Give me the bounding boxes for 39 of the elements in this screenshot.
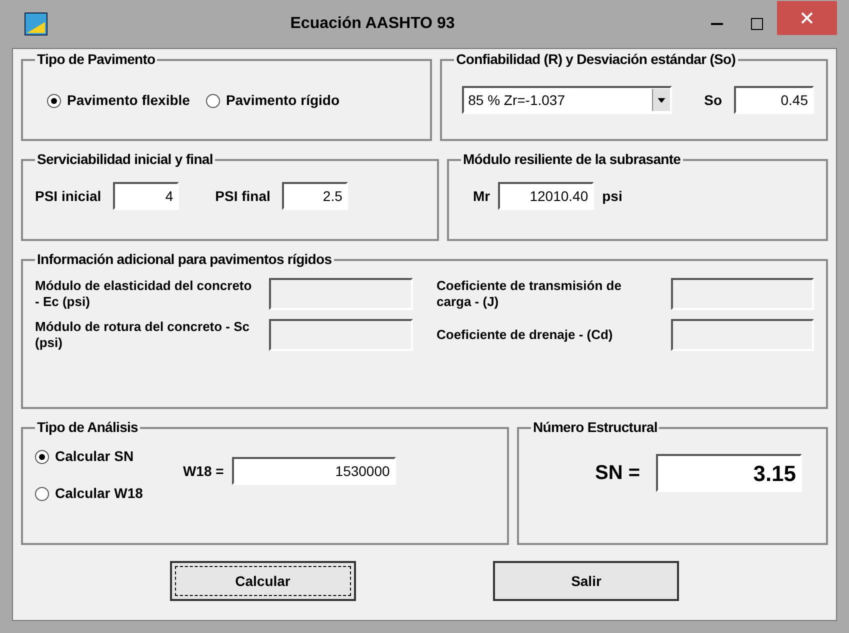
- group-title: Número Estructural: [532, 418, 658, 437]
- radio-option[interactable]: Pavimento flexible: [47, 90, 190, 111]
- close-icon[interactable]: [801, 12, 813, 24]
- input-field[interactable]: 1530000: [232, 457, 396, 485]
- field-label: Módulo de rotura del concreto - Sc (psi): [35, 318, 251, 351]
- group-title: Información adicional para pavimentos rígidos: [36, 250, 333, 269]
- radio-button[interactable]: [35, 486, 49, 500]
- field-label: PSI inicial: [35, 186, 102, 206]
- radio-button[interactable]: [47, 94, 61, 108]
- field-label: Coeficiente de drenaje - (Cd): [436, 326, 614, 343]
- field-label: So: [704, 90, 722, 110]
- group-title: Módulo resiliente de la subrasante: [462, 150, 682, 169]
- input-field[interactable]: 3.15: [656, 454, 802, 492]
- radio-button[interactable]: [35, 450, 49, 464]
- group-title: Confiabilidad (R) y Desviación estándar (So): [455, 50, 737, 69]
- radio-option[interactable]: Calcular SN: [35, 446, 143, 467]
- dropdown[interactable]: 85 % Zr=-1.037: [462, 86, 672, 114]
- action-button[interactable]: Salir: [493, 561, 680, 601]
- field-label: Coeficiente de transmisión de carga - (J): [436, 278, 622, 310]
- field-label: Módulo de elasticidad del concreto - Ec (psi): [35, 278, 253, 310]
- radio-button[interactable]: [206, 94, 220, 108]
- window-title: Ecuación AASHTO 93: [289, 14, 456, 34]
- group-title: Tipo de Análisis: [36, 418, 139, 437]
- field-label: W18 =: [182, 462, 224, 480]
- field-label: Mr: [473, 186, 490, 206]
- group-title: Tipo de Pavimento: [36, 50, 156, 69]
- input-field[interactable]: 12010.40: [498, 182, 594, 210]
- action-button[interactable]: Calcular: [170, 561, 356, 601]
- radio-option[interactable]: Pavimento rígido: [206, 90, 340, 111]
- input-field[interactable]: 0.45: [734, 86, 814, 114]
- field-label: SN =: [595, 461, 640, 486]
- field-label: PSI final: [215, 186, 270, 206]
- radio-option[interactable]: Calcular W18: [35, 483, 143, 504]
- input-field[interactable]: 2.5: [282, 182, 348, 210]
- input-field[interactable]: 4: [113, 182, 180, 210]
- group-title: Serviciabilidad inicial y final: [36, 150, 214, 169]
- app-icon: [24, 12, 48, 36]
- unit-label: psi: [602, 186, 622, 206]
- close-button[interactable]: [777, 1, 837, 35]
